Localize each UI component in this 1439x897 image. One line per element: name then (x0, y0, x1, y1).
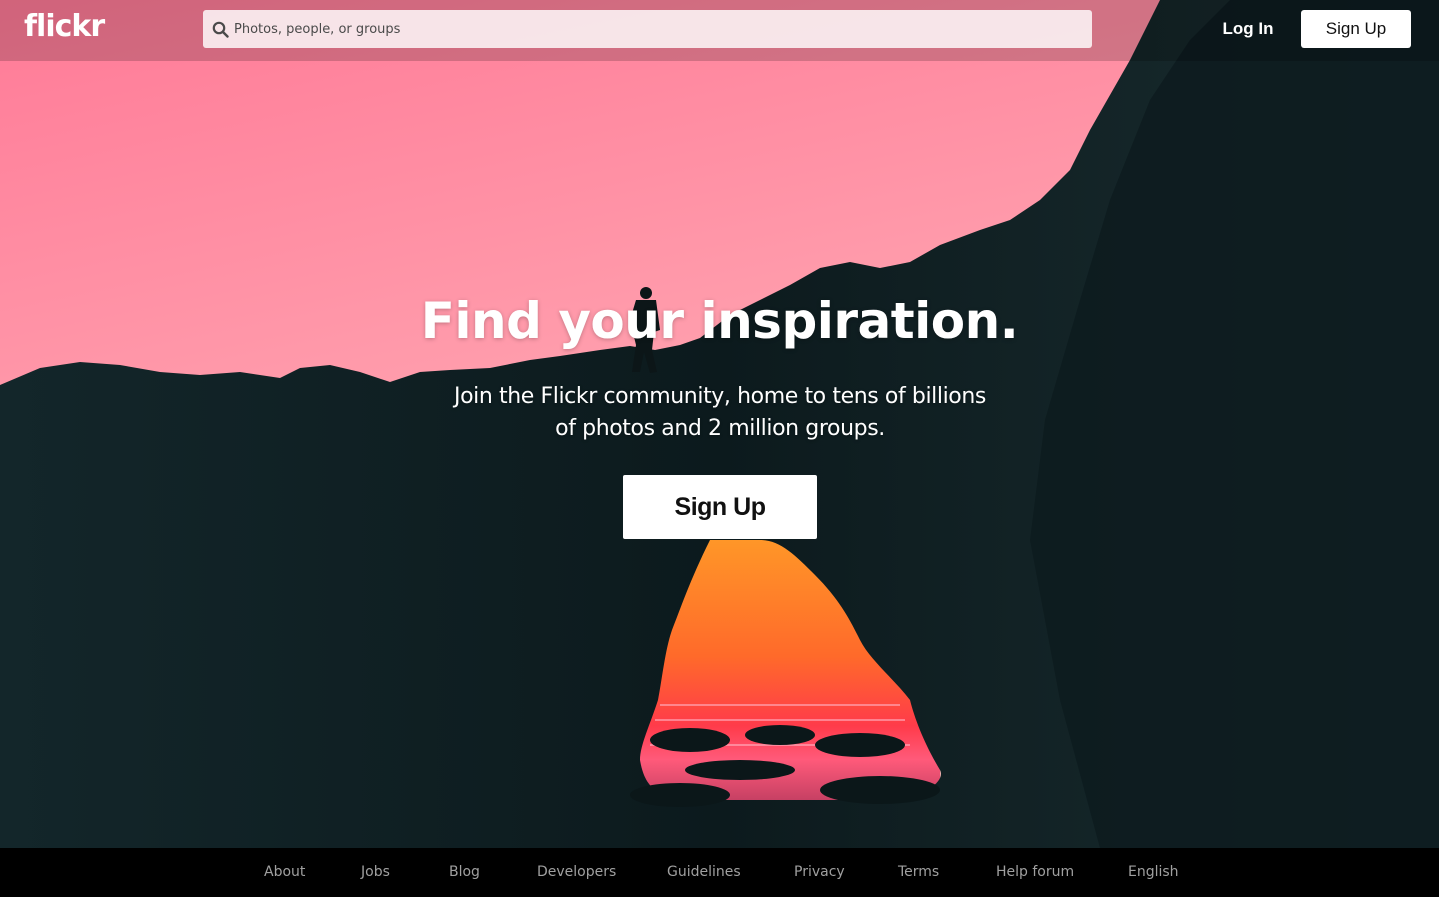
footer-link-terms[interactable]: Terms (898, 864, 939, 880)
hero-subhead-line2: of photos and 2 million groups. (555, 416, 885, 441)
footer-link-guidelines[interactable]: Guidelines (667, 864, 741, 880)
hero-signup-button[interactable]: Sign Up (623, 475, 817, 539)
hero-headline: Find your inspiration. (420, 292, 1019, 350)
header-signup-button[interactable]: Sign Up (1301, 10, 1411, 48)
footer-link-blog[interactable]: Blog (449, 864, 480, 880)
footer-link-about[interactable]: About (264, 864, 305, 880)
search-input[interactable] (234, 10, 1084, 48)
search-icon[interactable] (212, 21, 229, 38)
footer-link-help-forum[interactable]: Help forum (996, 864, 1074, 880)
footer: About Jobs Blog Developers Guidelines Pr… (0, 848, 1439, 897)
footer-nav: About Jobs Blog Developers Guidelines Pr… (0, 848, 1439, 897)
flickr-landing-page: flickr Log In Sign Up Find your inspirat… (0, 0, 1439, 897)
footer-link-developers[interactable]: Developers (537, 864, 616, 880)
footer-link-privacy[interactable]: Privacy (794, 864, 845, 880)
hero-subhead-line1: Join the Flickr community, home to tens … (454, 384, 986, 409)
footer-link-jobs[interactable]: Jobs (361, 864, 390, 880)
hero-subhead: Join the Flickr community, home to tens … (420, 381, 1020, 445)
footer-language-selector[interactable]: English (1128, 864, 1179, 880)
login-link[interactable]: Log In (1212, 10, 1284, 48)
search-box[interactable] (203, 10, 1092, 48)
top-navbar: flickr Log In Sign Up (0, 0, 1439, 61)
flickr-logo[interactable]: flickr (24, 9, 105, 44)
